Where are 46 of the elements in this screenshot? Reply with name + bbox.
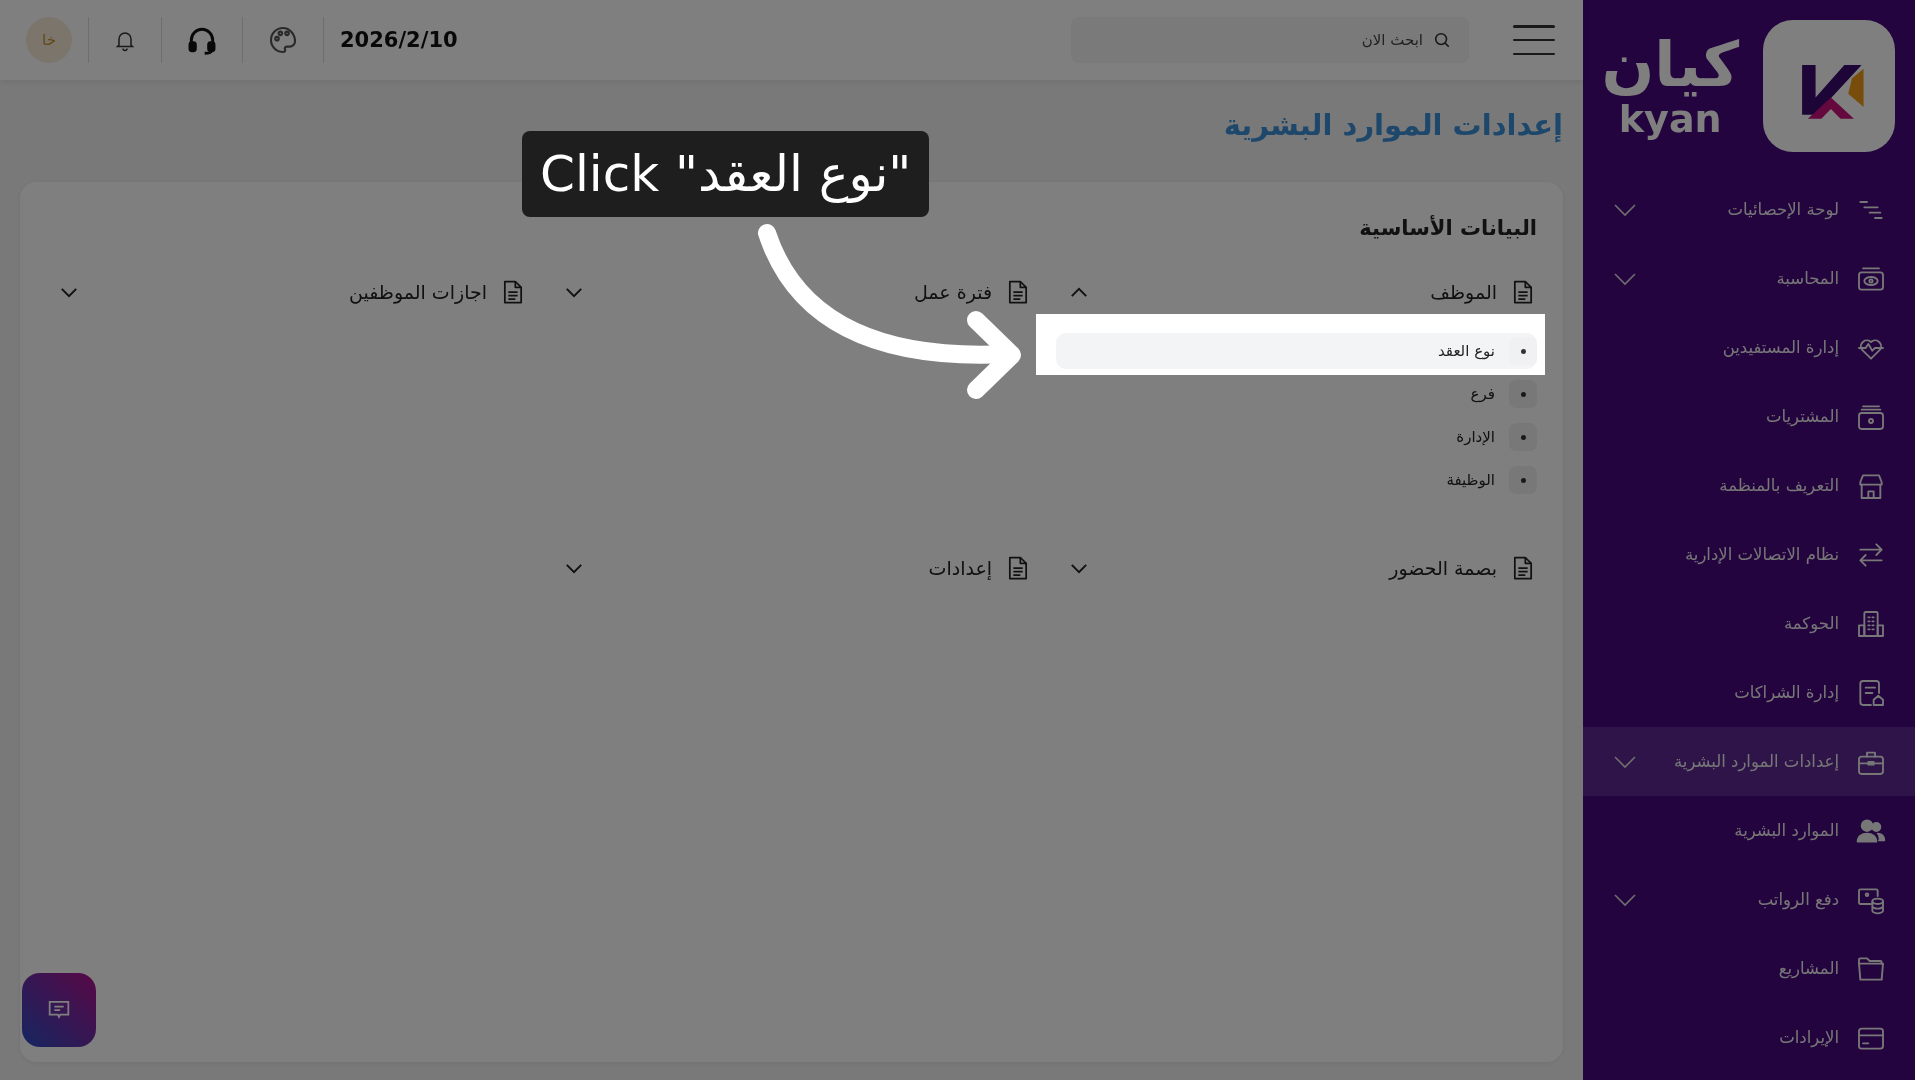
- sidebar-item[interactable]: المحاسبة: [1583, 244, 1915, 313]
- sidebar-item[interactable]: التعريف بالمنظمة: [1583, 451, 1915, 520]
- submenu-item[interactable]: فرع: [1056, 376, 1537, 412]
- submenu-item[interactable]: نوع العقد: [1056, 333, 1537, 369]
- bullet-icon: [1509, 423, 1537, 451]
- palette-icon[interactable]: [267, 24, 299, 56]
- chevron-up-icon: [1070, 286, 1088, 298]
- section-header[interactable]: الموظف: [1056, 278, 1537, 306]
- logo-wordmark: kyan: [1618, 100, 1722, 138]
- submenu-item[interactable]: الوظيفة: [1056, 462, 1537, 498]
- sidebar-item[interactable]: الحوكمة: [1583, 589, 1915, 658]
- chevron-down-icon: [1613, 892, 1637, 907]
- tutorial-tooltip: Click "نوع العقد": [522, 131, 930, 217]
- sidebar-item[interactable]: نظام الاتصالات الإدارية: [1583, 520, 1915, 589]
- chat-button[interactable]: [22, 973, 96, 1047]
- bullet-icon: [1509, 380, 1537, 408]
- bullet-icon: [1509, 466, 1537, 494]
- chevron-down-icon: [60, 286, 78, 298]
- chevron-down-icon: [565, 286, 583, 298]
- search-field[interactable]: ابحث الان: [1071, 17, 1469, 63]
- chevron-down-icon: [1613, 271, 1637, 286]
- logo-wordmark: كيان: [1601, 34, 1739, 96]
- date-text: 2026/2/10: [340, 28, 458, 52]
- sidebar-item[interactable]: الإيرادات: [1583, 1003, 1915, 1072]
- sidebar-item[interactable]: المشتريات: [1583, 382, 1915, 451]
- card-title: البيانات الأساسية: [1358, 216, 1537, 240]
- sidebar-item[interactable]: المشاريع: [1583, 934, 1915, 1003]
- search-icon: [1433, 31, 1451, 49]
- submenu-item[interactable]: الإدارة: [1056, 419, 1537, 455]
- chevron-down-icon: [1613, 754, 1637, 769]
- sidebar-item[interactable]: إدارة الشراكات: [1583, 658, 1915, 727]
- chevron-down-icon: [1070, 562, 1088, 574]
- sidebar-item[interactable]: إدارة المستفيدين: [1583, 313, 1915, 382]
- page-title: إعدادات الموارد البشرية: [1222, 108, 1563, 142]
- section-header[interactable]: بصمة الحضور: [1056, 554, 1537, 582]
- logo-icon: [1763, 20, 1895, 152]
- sidebar-item[interactable]: إعدادات الموارد البشرية: [1583, 727, 1915, 796]
- menu-icon[interactable]: [1513, 25, 1555, 55]
- section-header[interactable]: فترة عمل: [551, 278, 1032, 306]
- sidebar-item[interactable]: دفع الرواتب: [1583, 865, 1915, 934]
- sidebar-item[interactable]: الموارد البشرية: [1583, 796, 1915, 865]
- chevron-down-icon: [565, 562, 583, 574]
- section-header[interactable]: اجازات الموظفين: [46, 278, 527, 306]
- chevron-down-icon: [1613, 202, 1637, 217]
- section-header[interactable]: إعدادات: [551, 554, 1032, 582]
- sidebar-item[interactable]: لوحة الإحصائيات: [1583, 175, 1915, 244]
